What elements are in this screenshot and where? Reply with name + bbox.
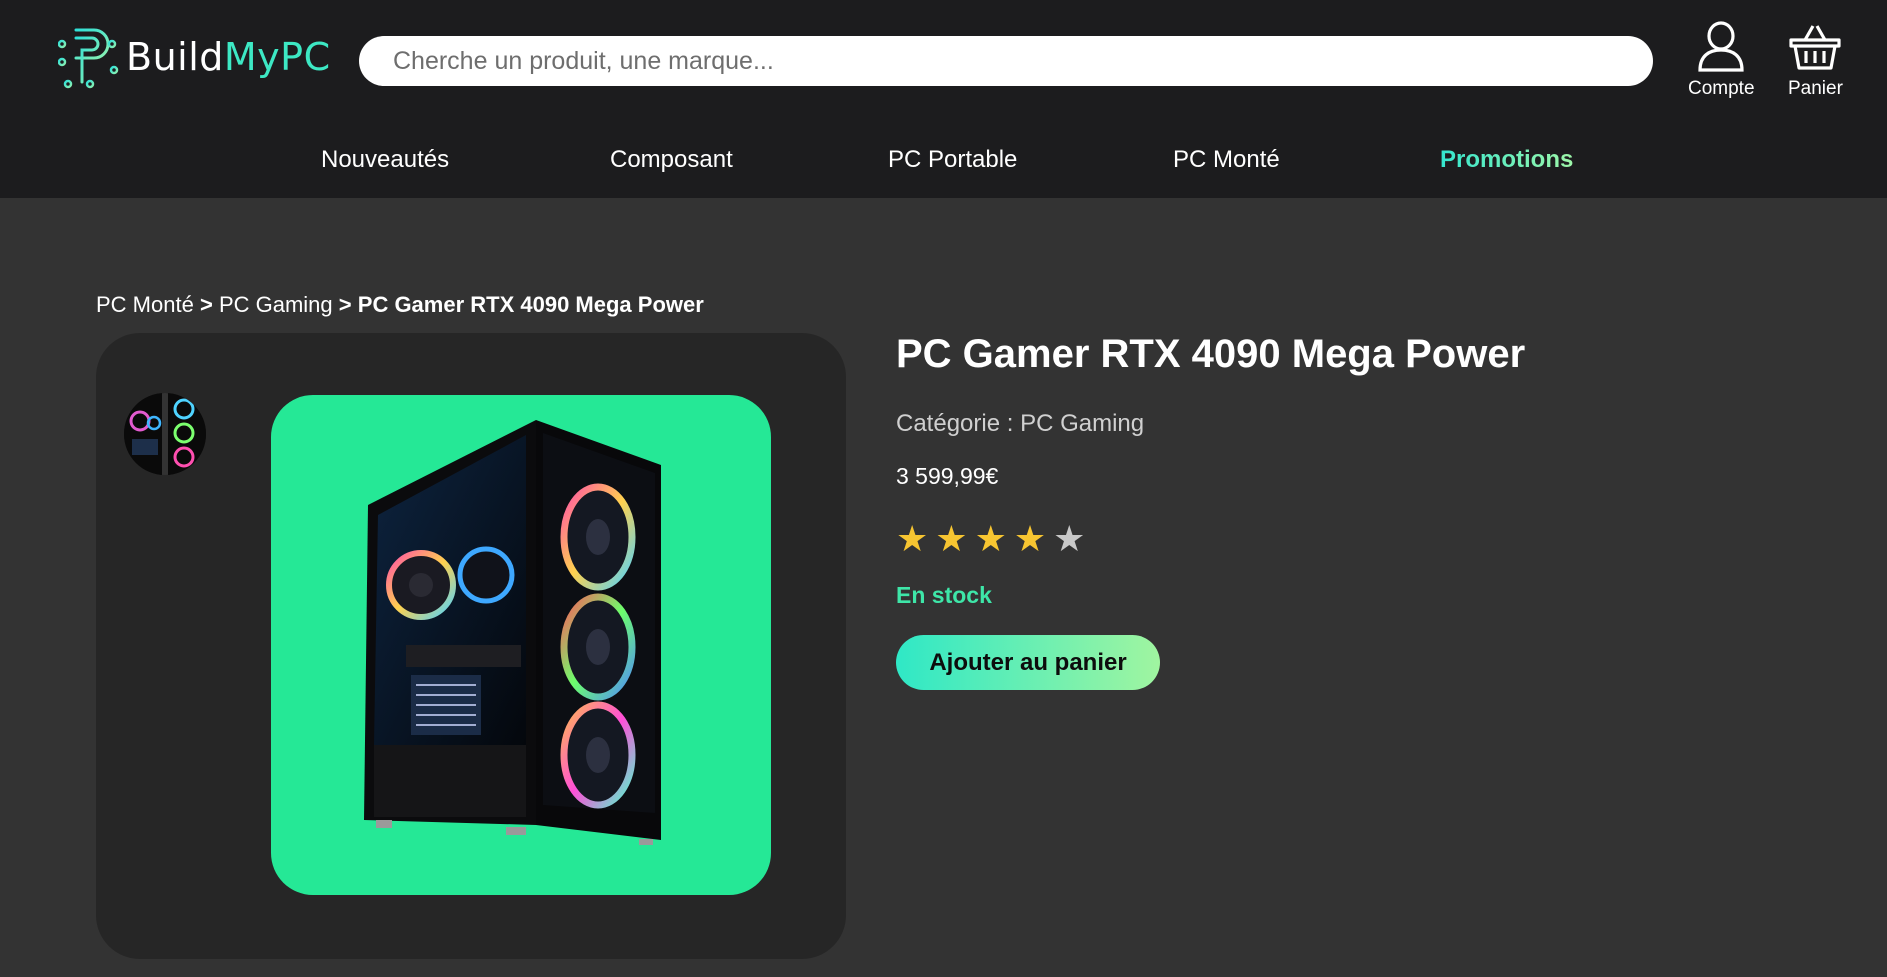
star-icon: ★ xyxy=(896,518,929,559)
star-icon: ★ xyxy=(974,518,1007,559)
logo-text: BuildMyPC xyxy=(126,35,331,79)
breadcrumb-current: PC Gamer RTX 4090 Mega Power xyxy=(357,292,704,317)
star-empty-icon: ★ xyxy=(1053,518,1086,559)
site-logo[interactable]: BuildMyPC xyxy=(58,24,331,90)
breadcrumb: PC Monté > PC Gaming > PC Gamer RTX 4090… xyxy=(96,292,704,318)
search-bar[interactable] xyxy=(359,36,1653,86)
cart-button[interactable]: Panier xyxy=(1788,20,1843,100)
breadcrumb-separator: > xyxy=(338,292,352,317)
product-main-image[interactable] xyxy=(271,395,771,895)
star-icon: ★ xyxy=(935,518,968,559)
cart-label: Panier xyxy=(1788,78,1843,99)
product-thumbnail[interactable] xyxy=(124,393,206,475)
rating-stars: ★ ★ ★ ★ ★ xyxy=(896,517,1085,561)
nav-item-pc-portable[interactable]: PC Portable xyxy=(888,146,1017,174)
nav-item-pc-monte[interactable]: PC Monté xyxy=(1173,146,1280,174)
star-icon: ★ xyxy=(1013,518,1047,559)
breadcrumb-link-pc-gaming[interactable]: PC Gaming xyxy=(219,292,333,317)
main-nav: Nouveautés Composant PC Portable PC Mont… xyxy=(0,146,1887,176)
site-header: BuildMyPC Compte Panier Nouveautés Compo… xyxy=(0,0,1887,198)
gaming-pc-thumbnail-image xyxy=(124,393,206,475)
breadcrumb-link-pc-monte[interactable]: PC Monté xyxy=(96,292,194,317)
add-to-cart-button[interactable]: Ajouter au panier xyxy=(896,635,1160,690)
nav-item-composant[interactable]: Composant xyxy=(610,146,733,174)
circuit-p-logo-icon xyxy=(58,24,119,89)
product-category: Catégorie : PC Gaming xyxy=(896,410,1145,437)
nav-item-promotions[interactable]: Promotions xyxy=(1440,146,1573,174)
account-label: Compte xyxy=(1688,78,1755,99)
stock-status: En stock xyxy=(896,582,992,608)
user-icon xyxy=(1698,21,1744,72)
gaming-pc-tower-image xyxy=(364,420,661,845)
product-price: 3 599,99€ xyxy=(896,463,999,489)
nav-item-nouveautes[interactable]: Nouveautés xyxy=(321,146,449,174)
basket-icon xyxy=(1789,25,1842,70)
search-input[interactable] xyxy=(391,45,1653,77)
account-button[interactable]: Compte xyxy=(1688,20,1755,100)
product-title: PC Gamer RTX 4090 Mega Power xyxy=(896,332,1526,376)
breadcrumb-separator: > xyxy=(199,292,213,317)
product-gallery xyxy=(96,333,846,959)
